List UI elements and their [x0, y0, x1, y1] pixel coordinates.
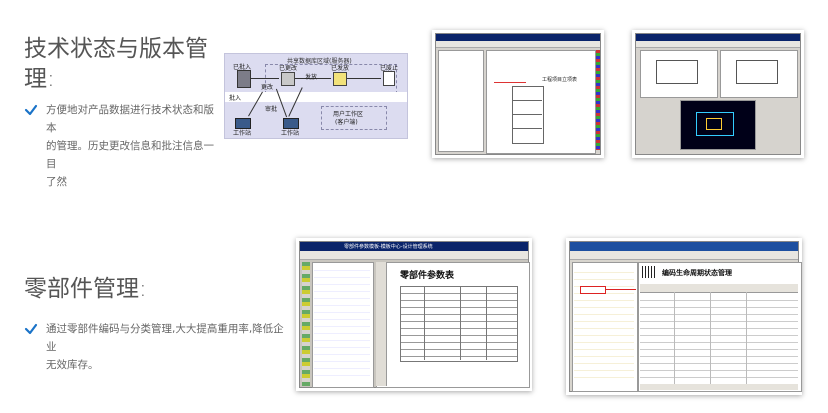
diagram-user-area-line2: (客户端)	[335, 119, 358, 126]
section1-bullet: 方便地对产品数据进行技术状态和版本 的管理。历史更改信息和批注信息一目 了然	[24, 101, 214, 191]
diagram-arrow-release: 发放	[305, 74, 318, 81]
section2-bullet-line2: 无效库存。	[46, 359, 99, 371]
diagram-node1: 已批入	[233, 64, 252, 71]
screenshot-project-form: 工程项目立项表	[432, 30, 604, 158]
diagram-node4: 已废止	[380, 65, 399, 72]
section2-bullet-line1: 通过零部件编码与分类管理,大大提高重用率,降低企业	[46, 323, 284, 353]
section1-bullet-line3: 了然	[46, 176, 67, 188]
diagram-ws2: 工作站	[281, 130, 300, 137]
section1-bullet-line2: 的管理。历史更改信息和批注信息一目	[46, 140, 214, 170]
ss2-caption: 工程项目立项表	[542, 77, 578, 83]
barcode-icon	[642, 266, 656, 278]
section1-title: 技术状态与版本管 理:	[24, 34, 208, 94]
section2-bullet: 通过零部件编码与分类管理,大大提高重用率,降低企业 无效库存。	[24, 320, 289, 374]
folder-icon	[281, 72, 295, 86]
diagram-ws1: 工作站	[233, 130, 252, 137]
diagram-left-label: 批入	[229, 95, 242, 102]
diagram-arrow-change: 更改	[261, 84, 274, 91]
screenshot-part-parameters: 零部件参数模板-模板中心-设计管理系统 零部件参数表	[296, 238, 532, 391]
section1-title-line2: 理:	[24, 66, 55, 92]
server-icon	[237, 70, 251, 88]
ss5-title: 编码生命周期状态管理	[662, 269, 732, 277]
diagram-node2: 已更改	[279, 65, 298, 72]
screenshot-code-lifecycle: 编码生命周期状态管理	[566, 238, 802, 395]
ss4-title: 零部件参数表	[400, 271, 455, 281]
check-icon	[24, 323, 38, 335]
folder-icon	[333, 72, 347, 86]
screenshot-drawing-view	[632, 30, 804, 158]
diagram-arrow-approve: 审批	[265, 106, 278, 113]
diagram-node3: 已发放	[331, 65, 350, 72]
section2-title: 零部件管理:	[24, 276, 147, 302]
ss4-window-title: 零部件参数模板-模板中心-设计管理系统	[344, 244, 433, 250]
section1-bullet-line1: 方便地对产品数据进行技术状态和版本	[46, 104, 214, 134]
check-icon	[24, 104, 38, 116]
document-icon	[383, 71, 395, 86]
version-state-diagram: 共享数据库区域(服务器) 已批入 已更改 已发放 已废止 发放 更改 批入 审批…	[224, 53, 408, 139]
section1-title-line1: 技术状态与版本管	[24, 36, 208, 62]
